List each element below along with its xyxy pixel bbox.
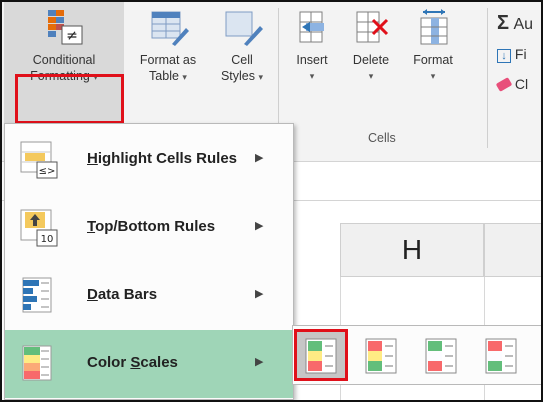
svg-text:≤>: ≤> bbox=[39, 166, 56, 177]
cell-styles-button[interactable]: Cell Styles ▾ bbox=[210, 2, 274, 126]
column-header-h[interactable]: H bbox=[340, 223, 484, 277]
insert-button[interactable]: Insert ▾ bbox=[284, 2, 340, 126]
color-scales-icon bbox=[22, 345, 52, 381]
top-bottom-icon: 10 bbox=[20, 209, 58, 247]
red-yellow-green-color-scale-icon[interactable] bbox=[365, 338, 397, 374]
menu-label-rest: ata Bars bbox=[97, 286, 158, 303]
format-as-table-button[interactable]: Format as Table ▾ bbox=[126, 2, 210, 126]
menu-label-rest: op/Bottom Rules bbox=[95, 218, 216, 235]
group-separator bbox=[487, 8, 488, 148]
menu-label-rest: cales bbox=[140, 354, 178, 371]
green-white-red-color-scale-icon[interactable] bbox=[425, 338, 457, 374]
clear-button[interactable]: Cl bbox=[495, 76, 529, 92]
menu-item-label: Color Scales bbox=[87, 354, 178, 371]
format-label: Format bbox=[413, 53, 453, 67]
eraser-icon bbox=[495, 77, 513, 92]
delete-button[interactable]: Delete ▾ bbox=[340, 2, 402, 126]
format-cells-icon bbox=[420, 9, 448, 45]
color-scales-submenu bbox=[292, 325, 541, 385]
highlight-cells-icon: ≤> bbox=[20, 141, 58, 179]
accelerator-key: D bbox=[87, 286, 98, 303]
menu-item-label: Data Bars bbox=[87, 286, 157, 303]
red-white-green-color-scale-icon[interactable] bbox=[485, 338, 517, 374]
fill-down-icon: ↓ bbox=[497, 49, 511, 63]
chevron-down-icon: ▾ bbox=[368, 71, 374, 81]
chevron-down-icon: ▾ bbox=[182, 72, 187, 82]
conditional-formatting-icon: ≠ bbox=[48, 10, 83, 45]
conditional-formatting-menu: ≤> Highlight Cells Rules ▶ 10 Top/Bottom… bbox=[4, 123, 294, 400]
conditional-formatting-highlight-box bbox=[15, 74, 124, 124]
excel-window: ≠ Conditional Formatting ▾ Format as Tab… bbox=[0, 0, 543, 402]
menu-item-label: Highlight Cells Rules bbox=[87, 150, 237, 167]
svg-text:10: 10 bbox=[41, 234, 54, 245]
chevron-down-icon: ▾ bbox=[258, 72, 264, 82]
submenu-arrow-icon: ▶ bbox=[255, 356, 264, 368]
format-as-table-label-line1: Format as bbox=[139, 53, 197, 67]
clear-label: Cl bbox=[514, 76, 529, 92]
chevron-down-icon: ▾ bbox=[309, 71, 315, 81]
green-yellow-red-color-scale-icon[interactable] bbox=[305, 338, 337, 374]
autosum-button[interactable]: Σ Au bbox=[497, 12, 533, 35]
accelerator-key: S bbox=[130, 354, 141, 371]
accelerator-key: H bbox=[87, 150, 98, 167]
menu-label-rest: ighlight Cells Rules bbox=[97, 150, 238, 167]
chevron-down-icon: ▾ bbox=[430, 71, 436, 81]
insert-label: Insert bbox=[296, 53, 328, 67]
svg-text:≠: ≠ bbox=[66, 28, 78, 44]
fill-button[interactable]: ↓ Fi bbox=[497, 46, 527, 63]
submenu-arrow-icon: ▶ bbox=[255, 152, 264, 164]
format-as-table-label-line2: Table ▾ bbox=[126, 68, 210, 85]
format-button[interactable]: Format ▾ bbox=[402, 2, 464, 126]
cells-group-label: Cells bbox=[368, 131, 396, 145]
sigma-icon: Σ bbox=[497, 12, 510, 34]
cell-styles-label-line2: Styles ▾ bbox=[210, 68, 274, 85]
cell-styles-icon bbox=[225, 11, 263, 46]
delete-cells-icon bbox=[356, 11, 389, 43]
cell-styles-label-text: Styles bbox=[220, 69, 256, 83]
delete-label: Delete bbox=[352, 53, 390, 67]
column-header-next[interactable] bbox=[484, 223, 541, 277]
cell-styles-label-line1: Cell bbox=[231, 53, 253, 67]
menu-item-top-bottom-rules[interactable]: 10 Top/Bottom Rules ▶ bbox=[5, 194, 293, 262]
autosum-label: Au bbox=[513, 16, 534, 33]
conditional-formatting-label-line1: Conditional bbox=[32, 53, 96, 67]
submenu-arrow-icon: ▶ bbox=[255, 220, 264, 232]
submenu-arrow-icon: ▶ bbox=[255, 288, 264, 300]
menu-item-highlight-cells-rules[interactable]: ≤> Highlight Cells Rules ▶ bbox=[5, 126, 293, 194]
menu-item-label: Top/Bottom Rules bbox=[87, 218, 215, 235]
format-as-table-label-text: Table bbox=[149, 69, 179, 83]
menu-item-data-bars[interactable]: Data Bars ▶ bbox=[5, 262, 293, 330]
accelerator-key: T bbox=[87, 218, 96, 235]
format-as-table-icon bbox=[151, 11, 189, 46]
menu-label-pre: Color bbox=[87, 354, 131, 371]
data-bars-icon bbox=[22, 277, 52, 313]
menu-item-color-scales[interactable]: Color Scales ▶ bbox=[5, 330, 293, 398]
fill-label: Fi bbox=[514, 46, 527, 62]
insert-cells-icon bbox=[299, 11, 324, 43]
